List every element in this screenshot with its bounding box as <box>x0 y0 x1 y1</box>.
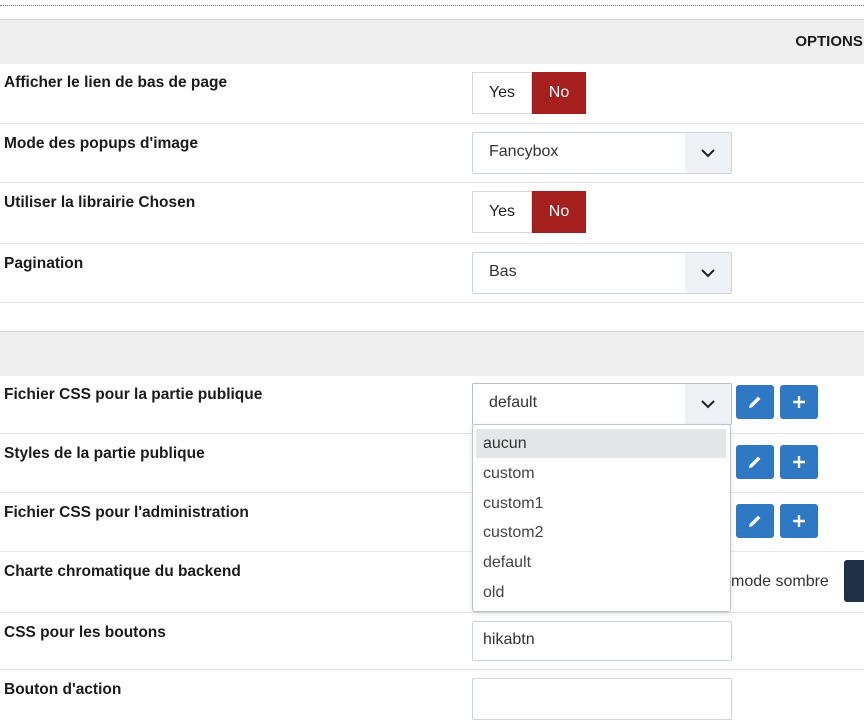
row-css-admin: Fichier CSS pour l'administration <box>0 493 864 552</box>
label-pagination: Pagination <box>4 255 84 272</box>
dropdown-option[interactable]: custom <box>476 459 726 488</box>
chevron-down-icon <box>685 133 731 173</box>
label-footer-link: Afficher le lien de bas de page <box>4 74 228 91</box>
row-css-public: Fichier CSS pour la partie publique defa… <box>0 375 864 434</box>
dropdown-option[interactable]: custom2 <box>476 518 726 547</box>
label-popup-mode: Mode des popups d'image <box>4 135 199 152</box>
dotted-top-border <box>0 5 864 6</box>
dark-theme-button[interactable] <box>844 560 864 602</box>
pencil-icon <box>749 396 761 408</box>
row-action-button: Bouton d'action <box>0 670 864 720</box>
add-css-admin-button[interactable] <box>780 504 818 538</box>
css-public-select[interactable]: default <box>472 383 732 425</box>
plus-icon <box>793 456 805 468</box>
css-public-dropdown: aucun custom custom1 custom2 default old <box>472 424 731 612</box>
label-action-button: Bouton d'action <box>4 681 122 698</box>
label-styles-public: Styles de la partie publique <box>4 445 205 462</box>
row-popup-mode: Mode des popups d'image Fancybox <box>0 124 864 183</box>
edit-css-public-button[interactable] <box>736 385 774 419</box>
edit-styles-public-button[interactable] <box>736 445 774 479</box>
options-section-header: OPTIONS ( <box>0 19 864 64</box>
add-css-public-button[interactable] <box>780 385 818 419</box>
popup-mode-select[interactable]: Fancybox <box>472 132 732 174</box>
pencil-icon <box>749 515 761 527</box>
row-footer-link: Afficher le lien de bas de page Yes No <box>0 63 864 124</box>
chevron-down-icon <box>685 253 731 293</box>
row-styles-public: Styles de la partie publique <box>0 434 864 493</box>
css-public-value: default <box>489 394 538 411</box>
pagination-select[interactable]: Bas <box>472 252 732 294</box>
dark-mode-option[interactable]: mode sombre <box>731 573 829 591</box>
chosen-yes-button[interactable]: Yes <box>472 191 532 233</box>
footer-link-toggle: Yes No <box>472 72 586 114</box>
chosen-toggle: Yes No <box>472 191 586 233</box>
button-css-input[interactable]: hikabtn <box>472 621 732 661</box>
plus-icon <box>793 515 805 527</box>
pencil-icon <box>749 456 761 468</box>
css-section-header <box>0 331 864 376</box>
section-separator <box>0 302 864 332</box>
chevron-down-icon <box>685 384 731 424</box>
label-button-css: CSS pour les boutons <box>4 624 166 641</box>
section-title: OPTIONS ( <box>795 33 864 50</box>
edit-css-admin-button[interactable] <box>736 504 774 538</box>
dropdown-option[interactable]: aucun <box>476 429 726 458</box>
label-backend-theme: Charte chromatique du backend <box>4 563 241 580</box>
label-chosen: Utiliser la librairie Chosen <box>4 194 196 211</box>
plus-icon <box>793 396 805 408</box>
footer-link-no-button[interactable]: No <box>532 72 586 114</box>
chosen-no-button[interactable]: No <box>532 191 586 233</box>
dropdown-option[interactable]: default <box>476 548 726 577</box>
dropdown-option[interactable]: custom1 <box>476 489 726 518</box>
row-pagination: Pagination Bas <box>0 244 864 301</box>
popup-mode-value: Fancybox <box>489 143 559 160</box>
row-chosen: Utiliser la librairie Chosen Yes No <box>0 183 864 244</box>
footer-link-yes-button[interactable]: Yes <box>472 72 532 114</box>
label-css-public: Fichier CSS pour la partie publique <box>4 386 263 403</box>
button-css-value: hikabtn <box>483 631 535 648</box>
row-button-css: CSS pour les boutons hikabtn <box>0 613 864 670</box>
action-button-select[interactable] <box>472 678 732 720</box>
dropdown-option[interactable]: old <box>476 578 726 607</box>
label-css-admin: Fichier CSS pour l'administration <box>4 504 249 521</box>
add-styles-public-button[interactable] <box>780 445 818 479</box>
pagination-value: Bas <box>489 263 517 280</box>
